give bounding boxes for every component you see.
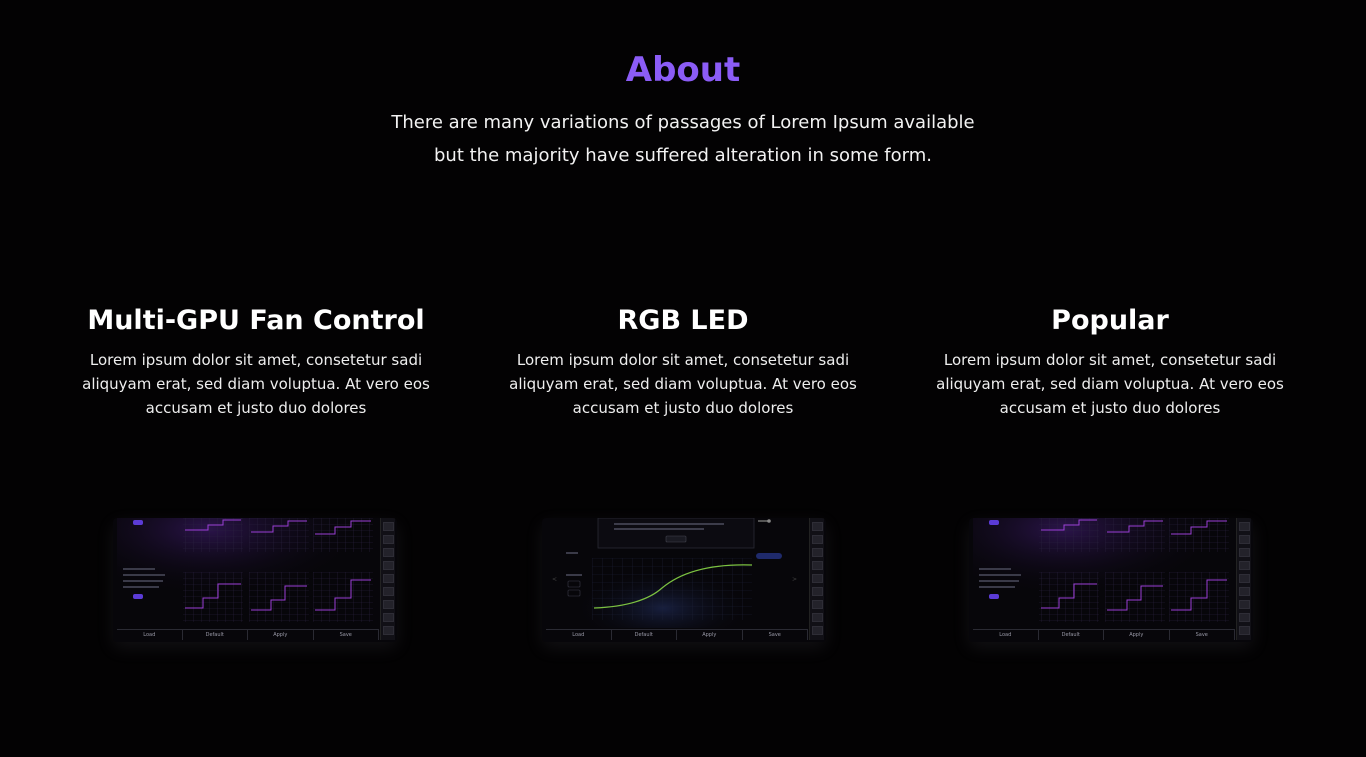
apply-button: Apply xyxy=(248,630,314,640)
feature-description-line: aliquyam erat, sed diam voluptua. At ver… xyxy=(936,375,1284,393)
feature-description: Lorem ipsum dolor sit amet, consetetur s… xyxy=(930,348,1290,420)
svg-text:<: < xyxy=(552,576,557,583)
app-side-toolbar xyxy=(380,518,395,640)
about-description-line-2: but the majority have suffered alteratio… xyxy=(434,145,932,166)
default-button: Default xyxy=(183,630,248,640)
fan-control-screenshot: Load Default Apply Save xyxy=(113,518,397,642)
feature-description-line: accusam et justo duo dolores xyxy=(999,399,1221,417)
fan-curve-graphs-image xyxy=(973,518,1235,630)
feature-popular: Popular Lorem ipsum dolor sit amet, cons… xyxy=(930,300,1290,420)
fan-curve-graphs-image xyxy=(117,518,379,630)
app-bottom-bar: Load Default Apply Save xyxy=(117,629,379,640)
feature-title: Popular xyxy=(1051,305,1169,336)
save-button: Save xyxy=(1170,630,1235,640)
app-side-toolbar xyxy=(1236,518,1251,640)
feature-description-line: accusam et justo duo dolores xyxy=(145,399,367,417)
feature-description-line: Lorem ipsum dolor sit amet, consetetur s… xyxy=(516,351,850,369)
load-button: Load xyxy=(973,630,1039,640)
feature-multi-gpu: Multi-GPU Fan Control Lorem ipsum dolor … xyxy=(76,300,436,420)
apply-button: Apply xyxy=(677,630,743,640)
feature-rgb-led: RGB LED Lorem ipsum dolor sit amet, cons… xyxy=(503,300,863,420)
rgb-curve-image: < > xyxy=(552,518,797,628)
feature-description-line: aliquyam erat, sed diam voluptua. At ver… xyxy=(82,375,430,393)
app-bottom-bar: Load Default Apply Save xyxy=(973,629,1235,640)
feature-title: Multi-GPU Fan Control xyxy=(87,305,425,336)
rgb-led-screenshot: < > Load Default Apply Save xyxy=(542,518,826,642)
save-button: Save xyxy=(314,630,379,640)
feature-description: Lorem ipsum dolor sit amet, consetetur s… xyxy=(76,348,436,420)
about-title: About xyxy=(625,50,741,90)
apply-button: Apply xyxy=(1104,630,1170,640)
svg-text:>: > xyxy=(792,576,797,583)
feature-description-line: accusam et justo duo dolores xyxy=(572,399,794,417)
feature-description: Lorem ipsum dolor sit amet, consetetur s… xyxy=(503,348,863,420)
default-button: Default xyxy=(612,630,677,640)
about-description-line-1: There are many variations of passages of… xyxy=(391,112,975,133)
feature-description-line: Lorem ipsum dolor sit amet, consetetur s… xyxy=(89,351,423,369)
feature-title: RGB LED xyxy=(617,305,749,336)
app-bottom-bar: Load Default Apply Save xyxy=(546,629,808,640)
popular-screenshot: Load Default Apply Save xyxy=(969,518,1253,642)
load-button: Load xyxy=(117,630,183,640)
load-button: Load xyxy=(546,630,612,640)
feature-description-line: aliquyam erat, sed diam voluptua. At ver… xyxy=(509,375,857,393)
default-button: Default xyxy=(1039,630,1104,640)
about-description: There are many variations of passages of… xyxy=(383,106,983,172)
save-button: Save xyxy=(743,630,808,640)
app-side-toolbar xyxy=(809,518,824,640)
about-section: About There are many variations of passa… xyxy=(0,0,1366,757)
feature-description-line: Lorem ipsum dolor sit amet, consetetur s… xyxy=(943,351,1277,369)
